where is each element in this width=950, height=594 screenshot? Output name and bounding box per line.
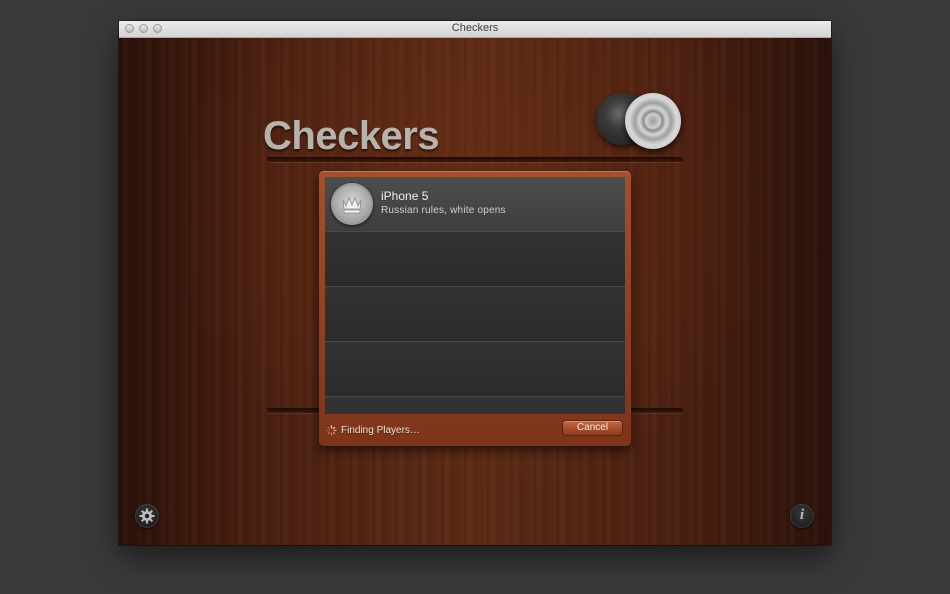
app-title: Checkers xyxy=(263,114,440,158)
empty-list-row xyxy=(325,232,625,287)
panel-footer: Finding Players… Cancel xyxy=(319,414,631,446)
gear-icon xyxy=(139,508,155,524)
king-crown-icon xyxy=(331,183,373,225)
empty-list-row xyxy=(325,397,625,414)
finding-players-status: Finding Players… xyxy=(341,425,420,436)
info-button[interactable]: i xyxy=(790,504,814,528)
cancel-button[interactable]: Cancel xyxy=(562,420,623,436)
settings-button[interactable] xyxy=(135,504,159,528)
player-picker-panel: iPhone 5 Russian rules, white opens Find… xyxy=(319,171,631,446)
wood-background: Checkers iPhone 5 Russian rules, white o… xyxy=(119,38,831,545)
empty-list-row xyxy=(325,287,625,342)
spinner-icon xyxy=(326,425,337,436)
app-window: Checkers Checkers iPhone 5 Russian rules… xyxy=(119,21,831,545)
white-checker-piece-icon xyxy=(625,93,681,149)
window-title: Checkers xyxy=(451,22,499,34)
info-icon: i xyxy=(799,507,805,523)
player-rules: Russian rules, white opens xyxy=(381,205,506,216)
top-groove xyxy=(267,157,683,162)
player-list[interactable]: iPhone 5 Russian rules, white opens xyxy=(325,177,625,414)
player-row-iphone-5[interactable]: iPhone 5 Russian rules, white opens xyxy=(325,177,625,232)
player-name: iPhone 5 xyxy=(381,189,429,203)
title-bar[interactable]: Checkers xyxy=(119,21,831,38)
empty-list-row xyxy=(325,342,625,397)
